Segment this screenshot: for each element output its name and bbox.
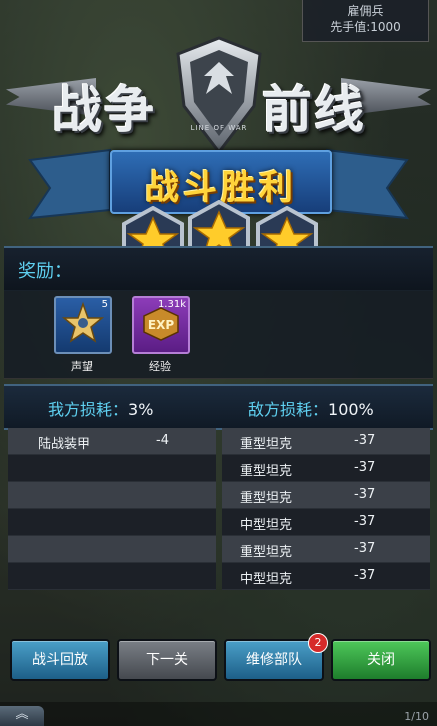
logo-text-right: 前线 (262, 81, 366, 139)
shield-emblem-icon (176, 36, 262, 154)
reward-item-exp[interactable]: EXP 1.31k 经验 (132, 296, 190, 374)
unit-change: -37 (354, 460, 376, 475)
reward-name: 经验 (149, 360, 171, 373)
bottom-bar (0, 702, 437, 726)
table-row: 重型坦克 -37 (222, 455, 430, 482)
reward-label: 奖励： (18, 261, 72, 282)
unit-change: -37 (354, 487, 376, 502)
table-row (8, 536, 216, 563)
enemy-losses-table: 重型坦克 -37 重型坦克 -37 重型坦克 -37 中型坦克 -37 重型坦克 -37 … (222, 428, 430, 590)
my-loss: 我方损耗：3% (48, 396, 153, 420)
repair-troops-label: 维修部队 (246, 652, 302, 668)
unit-name: 重型坦克 (240, 545, 293, 560)
collapse-chevron-icon[interactable]: ︽ (0, 706, 44, 726)
reward-header: 奖励： (4, 246, 433, 291)
unit-change: -4 (156, 433, 169, 448)
reward-name: 声望 (71, 360, 93, 373)
page-indicator: 1/10 (404, 710, 429, 723)
loss-summary: 我方损耗：3% 敌方损耗：100% (4, 384, 433, 430)
repair-troops-button[interactable]: 维修部队 2 (224, 633, 328, 681)
my-loss-label: 我方损耗： (48, 400, 129, 419)
unit-name: 重型坦克 (240, 437, 293, 452)
reward-list: 5 声望 EXP 1.31k 经验 (4, 290, 433, 379)
reward-count: 1.31k (157, 299, 186, 310)
enemy-loss: 敌方损耗：100% (248, 396, 374, 420)
exp-badge-icon: EXP 1.31k (132, 296, 190, 354)
logo-subtitle: LINE OF WAR (190, 124, 248, 132)
table-row (8, 509, 216, 536)
table-row: 重型坦克 -37 (222, 428, 430, 455)
unit-change: -37 (354, 433, 376, 448)
enemy-loss-value: 100% (328, 400, 374, 419)
unit-name: 陆战装甲 (38, 437, 91, 452)
svg-text:EXP: EXP (148, 318, 174, 332)
unit-change: -37 (354, 541, 376, 556)
table-row: 中型坦克 -37 (222, 509, 430, 536)
unit-name: 中型坦克 (240, 518, 293, 533)
reward-count: 5 (101, 299, 108, 310)
enemy-loss-label: 敌方损耗： (248, 400, 329, 419)
unit-change: -37 (354, 514, 376, 529)
my-loss-value: 3% (128, 400, 154, 419)
unit-name: 重型坦克 (240, 491, 293, 506)
my-losses-table: 陆战装甲 -4 (8, 428, 216, 590)
battle-replay-button[interactable]: 战斗回放 (10, 639, 110, 681)
unit-name: 中型坦克 (240, 572, 293, 587)
table-row: 重型坦克 -37 (222, 536, 430, 563)
unit-name: 重型坦克 (240, 464, 293, 479)
reward-item-prestige[interactable]: 5 声望 (54, 296, 112, 374)
table-row (8, 455, 216, 482)
mercenary-title: 雇佣兵 (347, 4, 384, 18)
close-button[interactable]: 关闭 (331, 639, 431, 681)
logo-text-left: 战争 (52, 81, 156, 139)
next-level-button[interactable]: 下一关 (117, 639, 217, 681)
notification-badge: 2 (308, 633, 328, 653)
prestige-medal-icon: 5 (54, 296, 112, 354)
table-row: 中型坦克 -37 (222, 563, 430, 590)
unit-change: -37 (354, 568, 376, 583)
table-row: 重型坦克 -37 (222, 482, 430, 509)
table-row (8, 563, 216, 590)
table-row (8, 482, 216, 509)
table-row: 陆战装甲 -4 (8, 428, 216, 455)
